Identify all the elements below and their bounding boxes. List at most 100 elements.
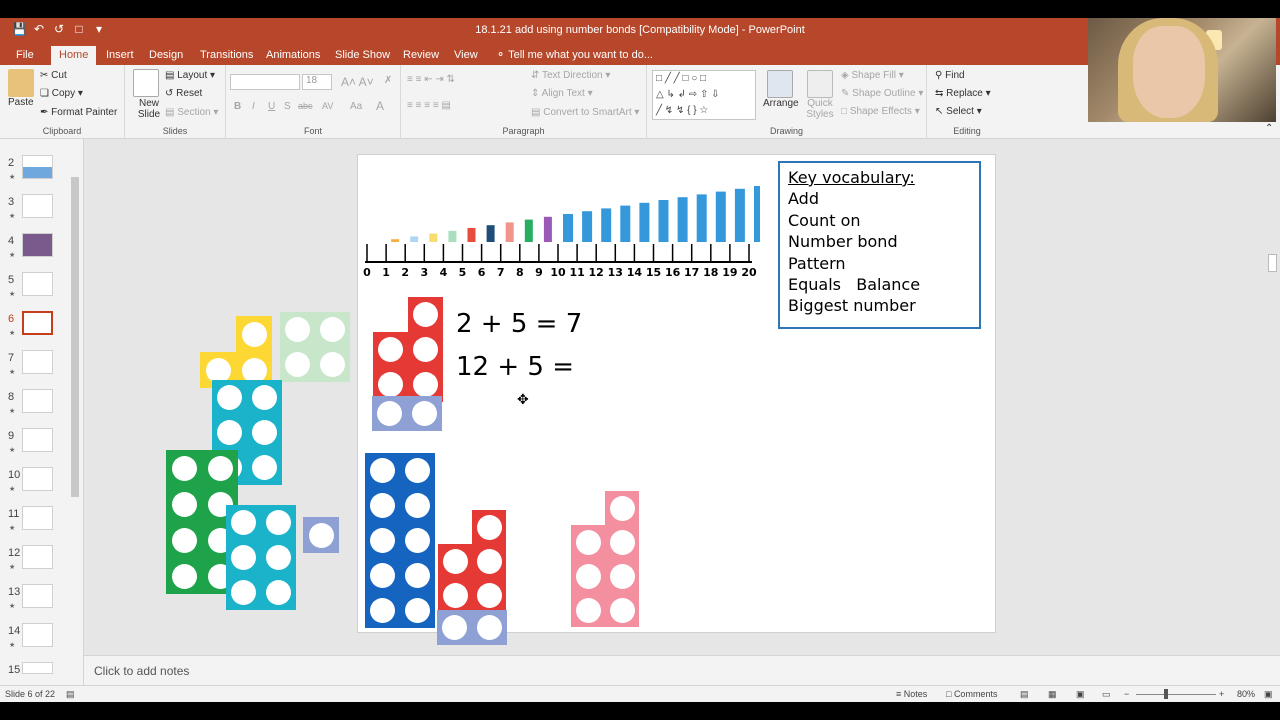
paste-icon[interactable] (8, 69, 34, 97)
bold-button[interactable]: B (234, 101, 241, 112)
numicon-teal-a-cell[interactable] (212, 380, 247, 415)
numicon-teal-b-cell[interactable] (261, 505, 296, 540)
zoom-level[interactable]: 80% (1237, 689, 1255, 699)
scrollbar-thumb[interactable] (1268, 254, 1277, 272)
tab-animations[interactable]: Animations (258, 46, 328, 65)
numicon-teal-b-cell[interactable] (226, 540, 261, 575)
section-button[interactable]: ▤ Section ▾ (165, 107, 218, 118)
numicon-seven-pink-cell[interactable] (571, 525, 605, 559)
shape-effects-button[interactable]: □ Shape Effects ▾ (841, 106, 920, 117)
thumbnail-slide-8[interactable]: 8 ★ (0, 383, 70, 419)
bullets-icon[interactable]: ≡ ≡ ⇤ ⇥ ⇅ (407, 74, 455, 85)
numicon-ten-blue-cell[interactable] (365, 488, 400, 523)
notes-pane[interactable]: Click to add notes (84, 655, 1280, 685)
tab-design[interactable]: Design (141, 46, 191, 65)
align-text-button[interactable]: ⇕ Align Text ▾ (531, 88, 593, 99)
reading-view-icon[interactable]: ▣ (1076, 689, 1085, 700)
numicon-teal-a-cell[interactable] (247, 380, 282, 415)
tab-review[interactable]: Review (395, 46, 447, 65)
numicon-two-lavender-cell[interactable] (372, 396, 407, 431)
numicon-teal-a-cell[interactable] (247, 415, 282, 450)
clear-formatting-icon[interactable]: ✗ (384, 75, 392, 86)
shapes-gallery[interactable]: □ ╱ ╱ □ ○ □ △ ↳ ↲ ⇨ ⇧ ⇩ ╱ ↯ ↯ { } ☆ (652, 70, 756, 120)
quick-styles-button[interactable]: Quick Styles (805, 98, 835, 120)
layout-button[interactable]: ▤ Layout ▾ (165, 70, 215, 81)
thumbnail-slide-12[interactable]: 12 ★ (0, 539, 70, 575)
numicon-seven-pink-cell[interactable] (571, 559, 605, 593)
scrollbar-thumb[interactable] (71, 177, 79, 497)
numicon-seven-pink-cell[interactable] (605, 559, 639, 593)
numicon-faded-green-cell[interactable] (280, 347, 315, 382)
text-direction-button[interactable]: ⇵ Text Direction ▾ (531, 70, 610, 81)
zoom-slider[interactable] (1136, 694, 1216, 695)
numicon-green-b-cell[interactable] (166, 522, 202, 558)
thumbnail-slide-3[interactable]: 3 ★ (0, 188, 70, 224)
numicon-ten-blue-cell[interactable] (365, 558, 400, 593)
find-button[interactable]: ⚲ Find (935, 70, 965, 81)
reset-button[interactable]: ↺ Reset (165, 88, 202, 99)
align-icons[interactable]: ≡ ≡ ≡ ≡ ▤ (407, 100, 451, 111)
thumbnail-slide-6[interactable]: 6 ★ (0, 305, 70, 341)
thumbnail-slide-5[interactable]: 5 ★ (0, 266, 70, 302)
numicon-seven-pink-cell[interactable] (605, 593, 639, 627)
thumbnail-slide-4[interactable]: 4 ★ (0, 227, 70, 263)
numicon-two-lavender-b-cell[interactable] (437, 610, 472, 645)
numicon-teal-b-cell[interactable] (226, 575, 261, 610)
font-size-input[interactable]: 18 (302, 74, 332, 90)
tab-file[interactable]: File (8, 46, 42, 65)
numicon-one-lavender-cell[interactable] (303, 517, 339, 553)
strikethrough-button[interactable]: abc (298, 101, 313, 111)
numicon-faded-green-cell[interactable] (315, 312, 350, 347)
character-spacing-button[interactable]: AV (322, 101, 333, 111)
thumbnail-slide-9[interactable]: 9 ★ (0, 422, 70, 458)
numicon-green-b-cell[interactable] (166, 450, 202, 486)
normal-view-icon[interactable]: ▤ (1020, 689, 1029, 700)
numicon-teal-b-cell[interactable] (261, 575, 296, 610)
tab-transitions[interactable]: Transitions (192, 46, 261, 65)
numicon-seven-red-b-cell[interactable] (472, 510, 506, 544)
numicon-seven-pink-cell[interactable] (605, 491, 639, 525)
thumbnail-scrollbar[interactable] (70, 143, 80, 681)
numicon-two-lavender-b-cell[interactable] (472, 610, 507, 645)
numicon-ten-blue-cell[interactable] (400, 453, 435, 488)
grow-font-icon[interactable]: A˄ A˅ (341, 75, 374, 89)
slide-scrollbar[interactable] (1266, 139, 1280, 639)
quick-styles-icon[interactable] (807, 70, 833, 98)
zoom-slider-thumb[interactable] (1164, 689, 1168, 699)
numicon-faded-green-cell[interactable] (280, 312, 315, 347)
numicon-seven-red-b-cell[interactable] (472, 544, 506, 578)
arrange-button[interactable]: Arrange (763, 98, 799, 109)
tab-slide-show[interactable]: Slide Show (327, 46, 398, 65)
shape-fill-button[interactable]: ◈ Shape Fill ▾ (841, 70, 904, 81)
numicon-ten-blue-cell[interactable] (400, 593, 435, 628)
italic-button[interactable]: I (252, 101, 255, 112)
slideshow-icon[interactable]: ▭ (1102, 689, 1111, 700)
new-slide-icon[interactable] (133, 69, 159, 97)
zoom-out-icon[interactable]: − (1124, 689, 1129, 699)
numicon-green-b-cell[interactable] (202, 450, 238, 486)
numicon-two-lavender-cell[interactable] (407, 396, 442, 431)
replace-button[interactable]: ⇆ Replace ▾ (935, 88, 991, 99)
numicon-teal-a-cell[interactable] (212, 415, 247, 450)
change-case-icon[interactable]: Aa (350, 101, 362, 112)
numicon-seven-red-b-cell[interactable] (438, 544, 472, 578)
numicon-ten-blue-cell[interactable] (400, 488, 435, 523)
convert-smartart-button[interactable]: ▤ Convert to SmartArt ▾ (531, 107, 639, 118)
numicon-ten-blue-cell[interactable] (365, 453, 400, 488)
underline-button[interactable]: U (268, 101, 275, 112)
tab-insert[interactable]: Insert (98, 46, 142, 65)
numicon-ten-blue-cell[interactable] (400, 558, 435, 593)
shadow-button[interactable]: S (284, 101, 291, 112)
numicon-green-b-cell[interactable] (166, 558, 202, 594)
numicon-ten-blue-cell[interactable] (400, 523, 435, 558)
tab-home[interactable]: Home (51, 46, 97, 65)
cut-button[interactable]: ✂ Cut (40, 70, 67, 81)
collapse-ribbon-icon[interactable]: ⌃ (1265, 123, 1273, 134)
numicon-faded-green-cell[interactable] (315, 347, 350, 382)
numicon-seven-red-cell[interactable] (408, 297, 443, 332)
numicon-ten-blue-cell[interactable] (365, 593, 400, 628)
slide-sorter-icon[interactable]: ▦ (1048, 689, 1057, 700)
numicon-seven-red-b-cell[interactable] (472, 578, 506, 612)
thumbnail-slide-11[interactable]: 11 ★ (0, 500, 70, 536)
tab-view[interactable]: View (446, 46, 486, 65)
